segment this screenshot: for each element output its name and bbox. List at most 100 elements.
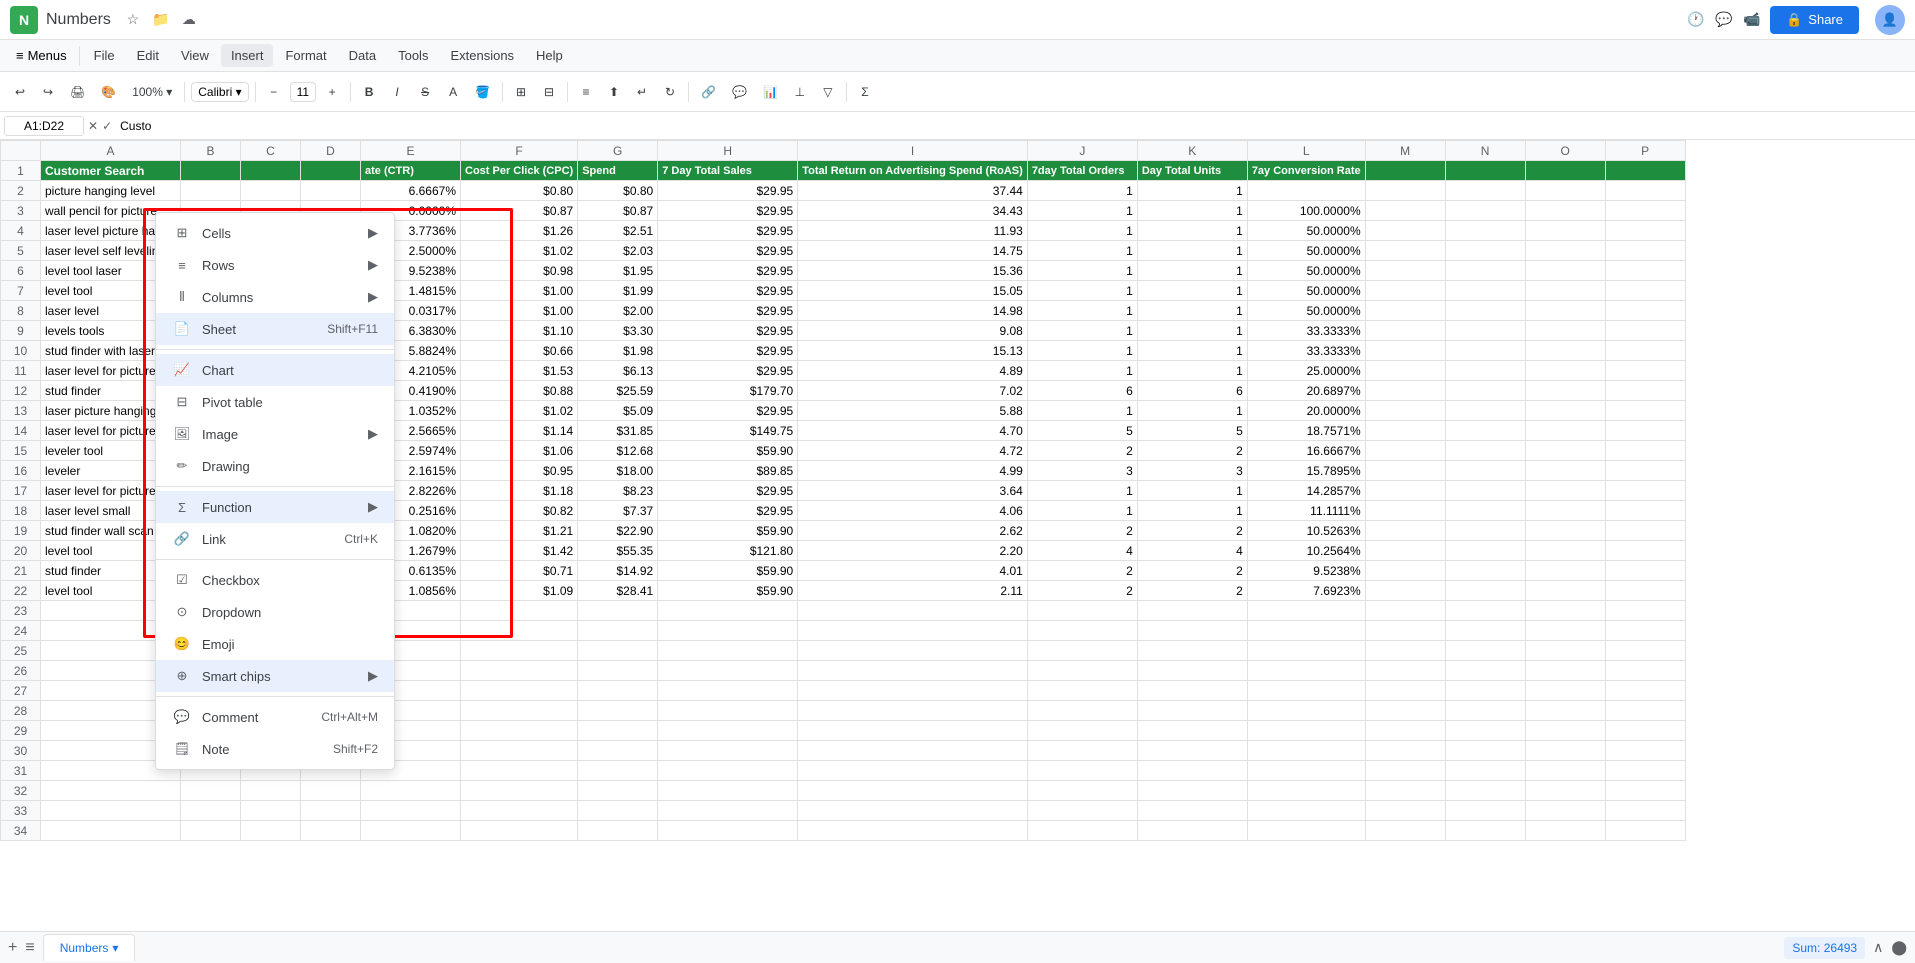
- empty-cell[interactable]: [1027, 761, 1137, 781]
- sheet-tab-numbers[interactable]: Numbers ▾: [43, 934, 136, 961]
- cell-f16[interactable]: $0.95: [461, 461, 578, 481]
- cell-h1[interactable]: 7 Day Total Sales: [658, 161, 798, 181]
- empty-cell[interactable]: [1525, 641, 1605, 661]
- borders-button[interactable]: ⊞: [509, 78, 533, 106]
- cell-p10[interactable]: [1605, 341, 1685, 361]
- cell-j14[interactable]: 5: [1027, 421, 1137, 441]
- cell-g2[interactable]: $0.80: [578, 181, 658, 201]
- cell-p4[interactable]: [1605, 221, 1685, 241]
- cell-i7[interactable]: 15.05: [798, 281, 1028, 301]
- cell-a1[interactable]: Customer Search: [41, 161, 181, 181]
- cell-l10[interactable]: 33.3333%: [1247, 341, 1365, 361]
- cell-k13[interactable]: 1: [1137, 401, 1247, 421]
- cell-p21[interactable]: [1605, 561, 1685, 581]
- cell-n14[interactable]: [1445, 421, 1525, 441]
- cell-l12[interactable]: 20.6897%: [1247, 381, 1365, 401]
- cell-l5[interactable]: 50.0000%: [1247, 241, 1365, 261]
- cell-h22[interactable]: $59.90: [658, 581, 798, 601]
- cell-j15[interactable]: 2: [1027, 441, 1137, 461]
- cell-i1[interactable]: Total Return on Advertising Spend (RoAS): [798, 161, 1028, 181]
- empty-cell[interactable]: [1247, 621, 1365, 641]
- empty-cell[interactable]: [658, 821, 798, 841]
- cell-p1[interactable]: [1605, 161, 1685, 181]
- cell-j18[interactable]: 1: [1027, 501, 1137, 521]
- cell-k17[interactable]: 1: [1137, 481, 1247, 501]
- undo-button[interactable]: ↩: [8, 78, 32, 106]
- cell-o2[interactable]: [1525, 181, 1605, 201]
- menu-option-comment[interactable]: 💬 Comment Ctrl+Alt+M: [156, 701, 394, 733]
- cell-f9[interactable]: $1.10: [461, 321, 578, 341]
- empty-cell[interactable]: [1525, 801, 1605, 821]
- bold-button[interactable]: B: [357, 78, 381, 106]
- empty-cell[interactable]: [1137, 661, 1247, 681]
- menu-option-chart[interactable]: 📈 Chart: [156, 354, 394, 386]
- empty-cell[interactable]: [1605, 761, 1685, 781]
- cell-i11[interactable]: 4.89: [798, 361, 1028, 381]
- cell-p7[interactable]: [1605, 281, 1685, 301]
- empty-cell[interactable]: [1605, 781, 1685, 801]
- cell-m18[interactable]: [1365, 501, 1445, 521]
- cell-i14[interactable]: 4.70: [798, 421, 1028, 441]
- cell-g6[interactable]: $1.95: [578, 261, 658, 281]
- menu-option-pivot-table[interactable]: ⊟ Pivot table: [156, 386, 394, 418]
- formula-input[interactable]: [116, 117, 1911, 135]
- empty-cell[interactable]: [1027, 781, 1137, 801]
- cell-i22[interactable]: 2.11: [798, 581, 1028, 601]
- cell-j13[interactable]: 1: [1027, 401, 1137, 421]
- cell-f2[interactable]: $0.80: [461, 181, 578, 201]
- add-sheet-button[interactable]: +: [8, 939, 17, 957]
- col-header-b[interactable]: B: [181, 141, 241, 161]
- cell-f21[interactable]: $0.71: [461, 561, 578, 581]
- empty-cell[interactable]: [461, 781, 578, 801]
- cell-o6[interactable]: [1525, 261, 1605, 281]
- empty-cell[interactable]: [658, 681, 798, 701]
- cell-o22[interactable]: [1525, 581, 1605, 601]
- cell-m16[interactable]: [1365, 461, 1445, 481]
- cell-g7[interactable]: $1.99: [578, 281, 658, 301]
- empty-cell[interactable]: [1027, 681, 1137, 701]
- empty-cell[interactable]: [578, 821, 658, 841]
- cell-c1[interactable]: [241, 161, 301, 181]
- empty-cell[interactable]: [798, 701, 1028, 721]
- empty-cell[interactable]: [461, 601, 578, 621]
- cell-p3[interactable]: [1605, 201, 1685, 221]
- cell-h7[interactable]: $29.95: [658, 281, 798, 301]
- cell-p15[interactable]: [1605, 441, 1685, 461]
- col-header-g[interactable]: G: [578, 141, 658, 161]
- cell-o18[interactable]: [1525, 501, 1605, 521]
- cell-g1[interactable]: Spend: [578, 161, 658, 181]
- cell-n10[interactable]: [1445, 341, 1525, 361]
- cell-n22[interactable]: [1445, 581, 1525, 601]
- empty-cell[interactable]: [1027, 621, 1137, 641]
- col-header-f[interactable]: F: [461, 141, 578, 161]
- menu-option-columns[interactable]: ⦀ Columns ▶: [156, 281, 394, 313]
- comment-icon[interactable]: 💬: [1714, 10, 1734, 30]
- cell-h17[interactable]: $29.95: [658, 481, 798, 501]
- empty-cell[interactable]: [1525, 721, 1605, 741]
- formula-expand-icon[interactable]: ✕: [88, 119, 98, 133]
- cell-j3[interactable]: 1: [1027, 201, 1137, 221]
- cell-k16[interactable]: 3: [1137, 461, 1247, 481]
- cell-f8[interactable]: $1.00: [461, 301, 578, 321]
- menu-option-rows[interactable]: ≡ Rows ▶: [156, 249, 394, 281]
- cell-i10[interactable]: 15.13: [798, 341, 1028, 361]
- cell-o17[interactable]: [1525, 481, 1605, 501]
- menu-option-link[interactable]: 🔗 Link Ctrl+K: [156, 523, 394, 555]
- empty-cell[interactable]: [1605, 741, 1685, 761]
- cell-l19[interactable]: 10.5263%: [1247, 521, 1365, 541]
- cell-l20[interactable]: 10.2564%: [1247, 541, 1365, 561]
- empty-cell[interactable]: [1137, 721, 1247, 741]
- cell-j20[interactable]: 4: [1027, 541, 1137, 561]
- empty-cell[interactable]: [1605, 661, 1685, 681]
- cell-f22[interactable]: $1.09: [461, 581, 578, 601]
- cell-h18[interactable]: $29.95: [658, 501, 798, 521]
- cell-p2[interactable]: [1605, 181, 1685, 201]
- cell-p5[interactable]: [1605, 241, 1685, 261]
- empty-cell[interactable]: [1445, 801, 1525, 821]
- cell-n19[interactable]: [1445, 521, 1525, 541]
- empty-cell[interactable]: [461, 821, 578, 841]
- cell-i18[interactable]: 4.06: [798, 501, 1028, 521]
- col-header-o[interactable]: O: [1525, 141, 1605, 161]
- empty-cell[interactable]: [1445, 641, 1525, 661]
- menu-edit[interactable]: Edit: [127, 44, 169, 67]
